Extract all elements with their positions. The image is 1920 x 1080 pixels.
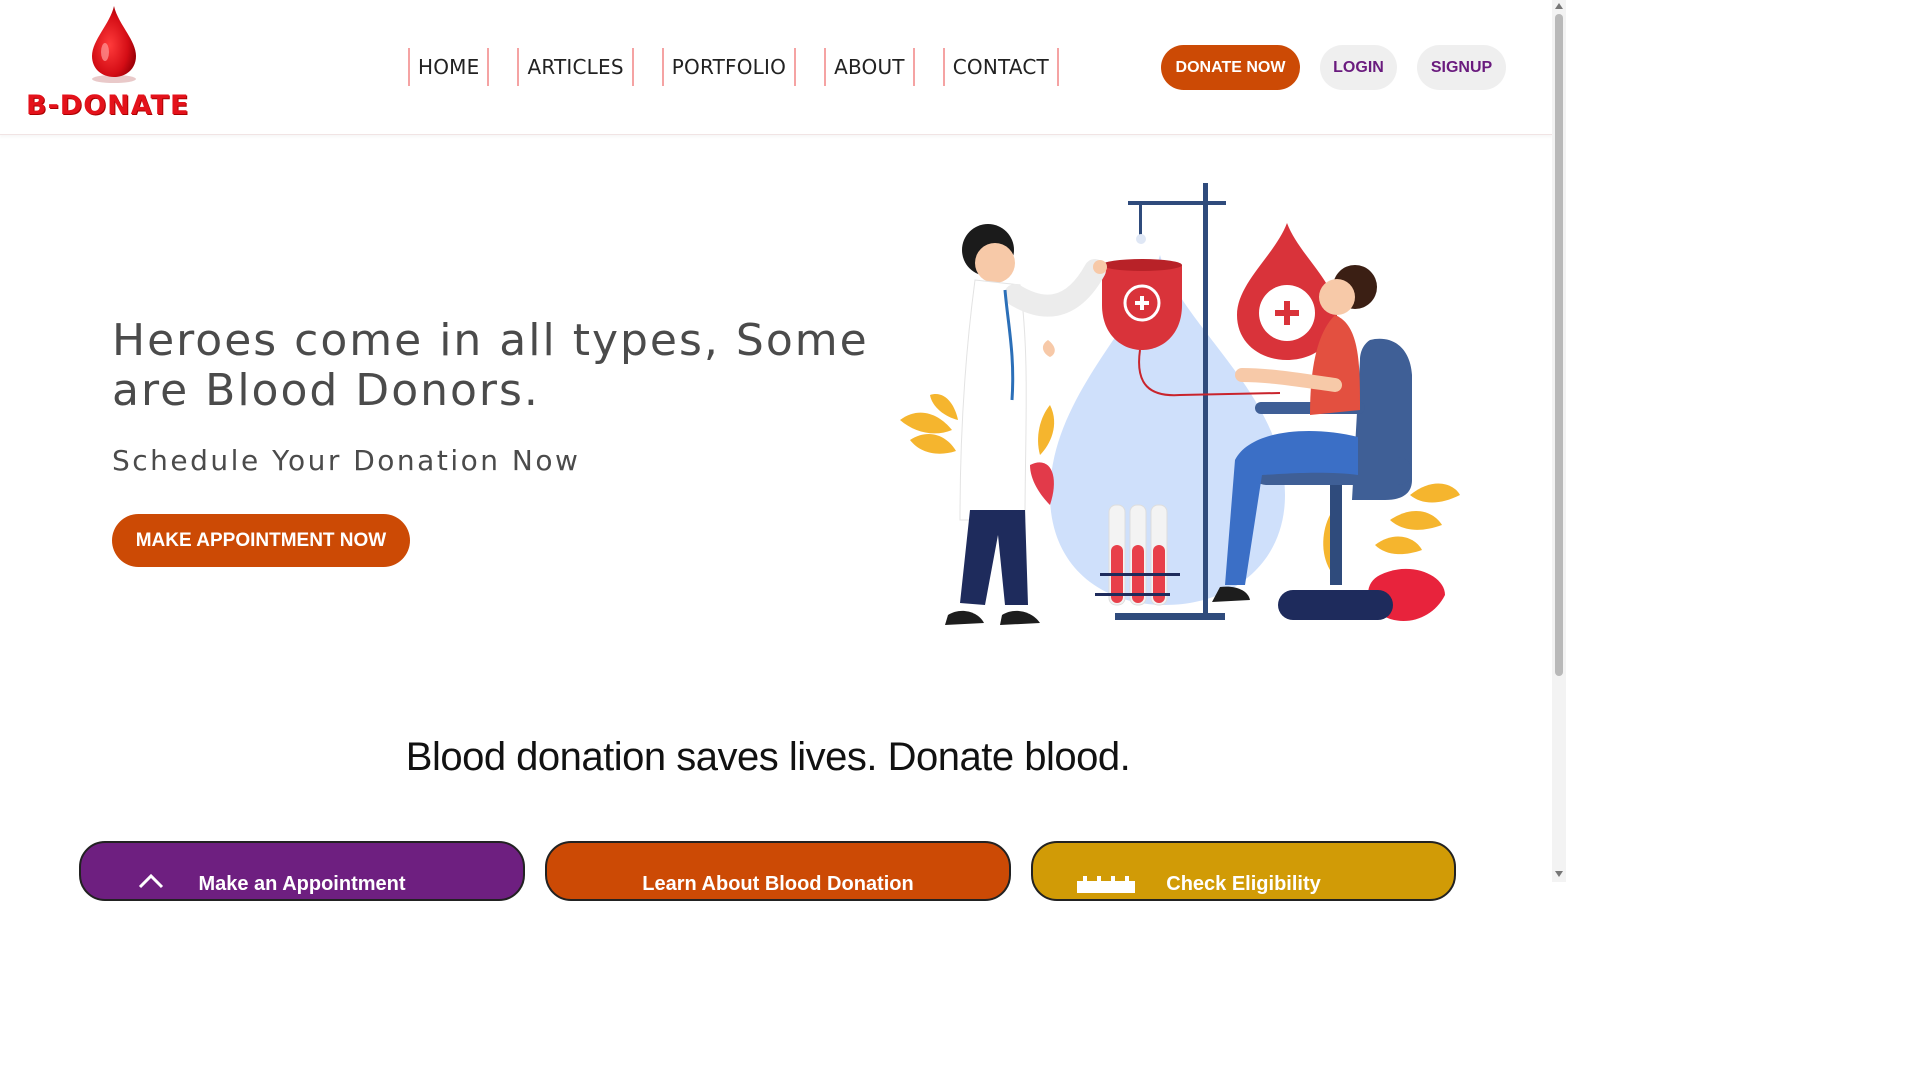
vertical-scrollbar[interactable] <box>1552 0 1566 882</box>
make-appointment-card[interactable]: Make an Appointment <box>79 841 525 901</box>
main-nav: HOME ARTICLES PORTFOLIO ABOUT CONTACT <box>408 48 1059 86</box>
card-label: Learn About Blood Donation <box>642 873 914 895</box>
donate-now-button[interactable]: DONATE NOW <box>1161 45 1300 90</box>
hero-title: Heroes come in all types, Some are Blood… <box>112 315 869 416</box>
nav-contact[interactable]: CONTACT <box>942 48 1059 86</box>
nav-about[interactable]: ABOUT <box>824 48 915 86</box>
scroll-down-arrow-icon[interactable] <box>1555 871 1563 877</box>
blood-drop-logo-icon <box>92 6 136 83</box>
site-header: B-DONATE HOME ARTICLES PORTFOLIO ABOUT C… <box>0 0 1552 135</box>
card-label: Make an Appointment <box>198 873 406 895</box>
brand-logo[interactable]: B-DONATE <box>24 4 196 124</box>
hero-subtitle: Schedule Your Donation Now <box>112 444 581 477</box>
check-eligibility-card[interactable]: Check Eligibility <box>1031 841 1456 901</box>
login-button[interactable]: LOGIN <box>1320 45 1397 90</box>
card-label: Check Eligibility <box>1166 873 1321 895</box>
scroll-up-arrow-icon[interactable] <box>1555 3 1563 9</box>
signup-button[interactable]: SIGNUP <box>1417 45 1506 90</box>
nav-articles[interactable]: ARTICLES <box>517 48 634 86</box>
blood-donation-illustration <box>900 183 1460 625</box>
make-appointment-button[interactable]: MAKE APPOINTMENT NOW <box>112 514 410 567</box>
nav-portfolio[interactable]: PORTFOLIO <box>661 48 797 86</box>
section-title: Blood donation saves lives. Donate blood… <box>405 735 1131 779</box>
brand-name: B-DONATE <box>26 90 190 121</box>
nav-home[interactable]: HOME <box>408 48 490 86</box>
learn-about-donation-card[interactable]: Learn About Blood Donation <box>545 841 1011 901</box>
scroll-thumb[interactable] <box>1555 14 1563 676</box>
